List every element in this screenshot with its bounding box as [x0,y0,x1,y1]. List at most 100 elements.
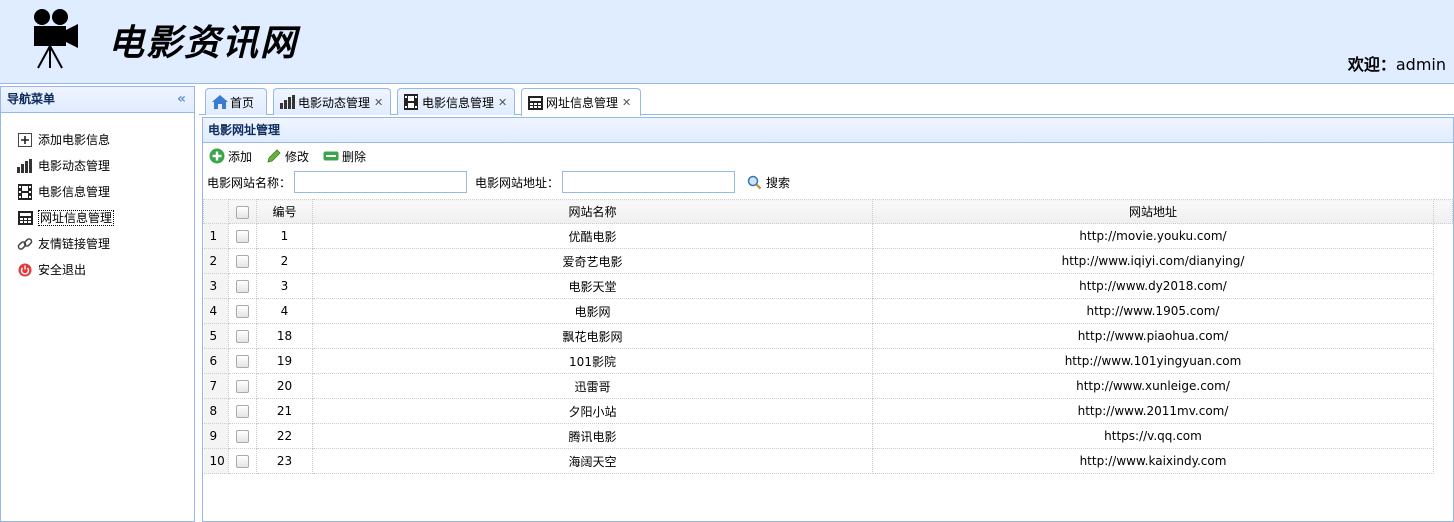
table-row[interactable]: 10 23 海阔天空 http://www.kaixindy.com [203,448,1453,474]
sidebar-item-movie-news[interactable]: 电影动态管理 [1,153,194,179]
cell-id: 23 [256,448,313,474]
row-number: 4 [203,298,229,324]
add-icon [17,132,33,148]
row-checkbox[interactable] [236,355,249,368]
column-header-id[interactable]: 编号 [256,199,313,224]
table-row[interactable]: 4 4 电影网 http://www.1905.com/ [203,298,1453,324]
table-row[interactable]: 3 3 电影天堂 http://www.dy2018.com/ [203,273,1453,299]
row-checkbox[interactable] [236,305,249,318]
site-url-label: 电影网站地址： [475,175,560,190]
add-button[interactable]: 添加 [209,148,252,165]
cell-id: 22 [256,423,313,449]
sidebar-item-add-movie[interactable]: 添加电影信息 [1,127,194,153]
table-row[interactable]: 5 18 飘花电影网 http://www.piaohua.com/ [203,323,1453,349]
row-filler [1433,323,1453,349]
table-row[interactable]: 9 22 腾讯电影 https://v.qq.com [203,423,1453,449]
table-row[interactable]: 2 2 爱奇艺电影 http://www.iqiyi.com/dianying/ [203,248,1453,274]
bar-chart-icon [17,158,33,174]
table-row[interactable]: 7 20 迅雷哥 http://www.xunleige.com/ [203,373,1453,399]
collapse-icon[interactable]: « [177,87,186,112]
row-checkbox-cell [228,273,257,299]
cell-site-name: 迅雷哥 [312,373,873,399]
sidebar-item-website-info[interactable]: 网址信息管理 [1,205,194,231]
pencil-icon [266,148,282,164]
toolbar: 添加 修改 删除 [203,143,1453,169]
cell-site-name: 飘花电影网 [312,323,873,349]
tab-bar: 首页 电影动态管理 ✕ 电影信息管理 ✕ 网址信息管理 ✕ [199,86,1454,116]
table-row[interactable]: 1 1 优酷电影 http://movie.youku.com/ [203,223,1453,249]
row-checkbox[interactable] [236,330,249,343]
row-filler [1433,448,1453,474]
search-icon [747,175,762,190]
row-number: 7 [203,373,229,399]
tab-movie-news[interactable]: 电影动态管理 ✕ [273,88,391,115]
close-icon[interactable]: ✕ [622,96,631,109]
row-number: 10 [203,448,229,474]
site-name-label: 电影网站名称： [207,175,292,190]
row-checkbox[interactable] [236,230,249,243]
calculator-icon [528,95,544,111]
table-row[interactable]: 6 19 101影院 http://www.101yingyuan.com [203,348,1453,374]
film-icon [17,184,33,200]
tab-movie-info[interactable]: 电影信息管理 ✕ [397,88,515,115]
film-icon [404,94,420,110]
cell-id: 19 [256,348,313,374]
row-checkbox-cell [228,248,257,274]
select-all-checkbox[interactable] [236,205,249,219]
site-name-input[interactable] [294,171,468,193]
row-checkbox-cell [228,348,257,374]
cell-site-name: 爱奇艺电影 [312,248,873,274]
sidebar: 导航菜单 « 添加电影信息 电影动态管理 电影信息管理 网址信息管理 友情链接管… [0,86,195,522]
cell-site-url: https://v.qq.com [872,423,1434,449]
row-checkbox-cell [228,298,257,324]
exit-icon [17,262,33,278]
row-filler [1433,398,1453,424]
website-table: 编号 网站名称 网站地址 1 1 优酷电影 http://movie.youku.co… [203,199,1453,474]
search-button[interactable]: 搜索 [747,174,790,191]
row-checkbox[interactable] [236,430,249,443]
row-checkbox[interactable] [236,255,249,268]
close-icon[interactable]: ✕ [498,96,507,109]
movie-camera-icon [34,9,78,69]
column-header-name[interactable]: 网站名称 [312,199,873,224]
cell-site-name: 夕阳小站 [312,398,873,424]
tab-website-info[interactable]: 网址信息管理 ✕ [521,88,641,116]
row-filler [1433,348,1453,374]
row-number: 8 [203,398,229,424]
cell-id: 4 [256,298,313,324]
column-header-url[interactable]: 网站地址 [872,199,1434,224]
row-checkbox-cell [228,223,257,249]
cell-site-url: http://www.xunleige.com/ [872,373,1434,399]
link-icon [17,236,33,252]
sidebar-item-movie-info[interactable]: 电影信息管理 [1,179,194,205]
row-checkbox-cell [228,373,257,399]
delete-button[interactable]: 删除 [323,148,366,165]
edit-button[interactable]: 修改 [266,148,309,165]
cell-site-name: 101影院 [312,348,873,374]
row-filler [1433,423,1453,449]
cell-site-url: http://www.1905.com/ [872,298,1434,324]
table-row[interactable]: 8 21 夕阳小站 http://www.2011mv.com/ [203,398,1453,424]
cell-site-url: http://www.101yingyuan.com [872,348,1434,374]
header-filler [1433,199,1453,224]
row-checkbox[interactable] [236,405,249,418]
tab-home[interactable]: 首页 [205,88,267,115]
row-filler [1433,373,1453,399]
row-filler [1433,298,1453,324]
row-checkbox[interactable] [236,280,249,293]
row-checkbox[interactable] [236,380,249,393]
sidebar-item-friend-links[interactable]: 友情链接管理 [1,231,194,257]
cell-id: 2 [256,248,313,274]
row-number: 5 [203,323,229,349]
bar-chart-icon [280,94,296,110]
cell-site-url: http://movie.youku.com/ [872,223,1434,249]
row-checkbox[interactable] [236,455,249,468]
cell-id: 1 [256,223,313,249]
select-all-header [228,199,257,224]
sidebar-item-logout[interactable]: 安全退出 [1,257,194,283]
site-url-input[interactable] [562,171,736,193]
welcome-message: 欢迎：admin [1348,51,1446,75]
row-checkbox-cell [228,423,257,449]
close-icon[interactable]: ✕ [374,96,383,109]
search-bar: 电影网站名称： 电影网站地址： 搜索 [203,169,1453,195]
